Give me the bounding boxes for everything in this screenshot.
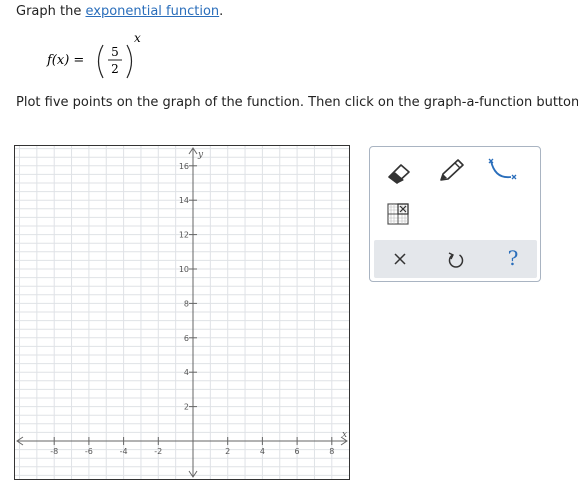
left-paren [97,44,104,79]
y-tick-label: 10 [179,265,189,274]
x-axis-label: x [342,430,347,440]
prompt-lead: Graph the [16,4,86,19]
curve-icon [488,158,517,180]
coordinate-grid[interactable]: -8 -6 -4 -2 2 4 6 8 2 4 6 8 10 12 14 16 x y [14,145,350,480]
formula-numerator: 5 [111,45,119,59]
graph-toolbar: ? [369,146,541,282]
formula-fx: f(x) = [46,53,84,68]
y-tick-label: 4 [184,368,189,377]
exponential-function-link[interactable]: exponential function [85,4,219,19]
y-tick-label: 16 [179,162,189,171]
prompt-tail: . [219,4,224,19]
x-tick-label: 2 [225,447,230,456]
y-tick-label: 14 [179,196,189,205]
undo-button[interactable] [438,243,474,275]
exponential-curve-tool[interactable] [483,155,519,187]
pencil-icon [440,159,464,181]
formula-exponent: x [134,31,141,45]
y-axis-label: y [197,150,204,160]
close-icon [394,253,406,265]
eraser-icon [388,164,410,184]
x-tick-label: -6 [85,447,93,456]
x-tick-label: -2 [154,447,162,456]
instruction-text: Plot five points on the graph of the fun… [16,95,578,110]
action-bar: ? [374,240,537,278]
undo-icon [448,252,464,268]
right-paren [126,44,133,79]
graph-function-icon [387,203,409,225]
help-button[interactable]: ? [498,242,528,274]
x-tick-label: -8 [50,447,58,456]
formula-denominator: 2 [111,62,119,76]
y-tick-label: 6 [184,334,189,343]
function-formula: f(x) = 5 2 x [46,31,141,79]
x-tick-label: 8 [329,447,334,456]
x-tick-label: 4 [260,447,265,456]
y-tick-label: 8 [184,299,189,308]
pencil-tool[interactable] [433,154,469,186]
eraser-tool[interactable] [380,155,416,187]
y-tick-label: 2 [184,403,189,412]
clear-button[interactable] [382,243,418,275]
prompt-text: Graph the exponential function. [16,4,223,19]
x-tick-label: 6 [295,447,300,456]
y-tick-label: 12 [179,231,189,240]
graph-function-button[interactable] [380,199,414,229]
x-tick-label: -4 [120,447,128,456]
